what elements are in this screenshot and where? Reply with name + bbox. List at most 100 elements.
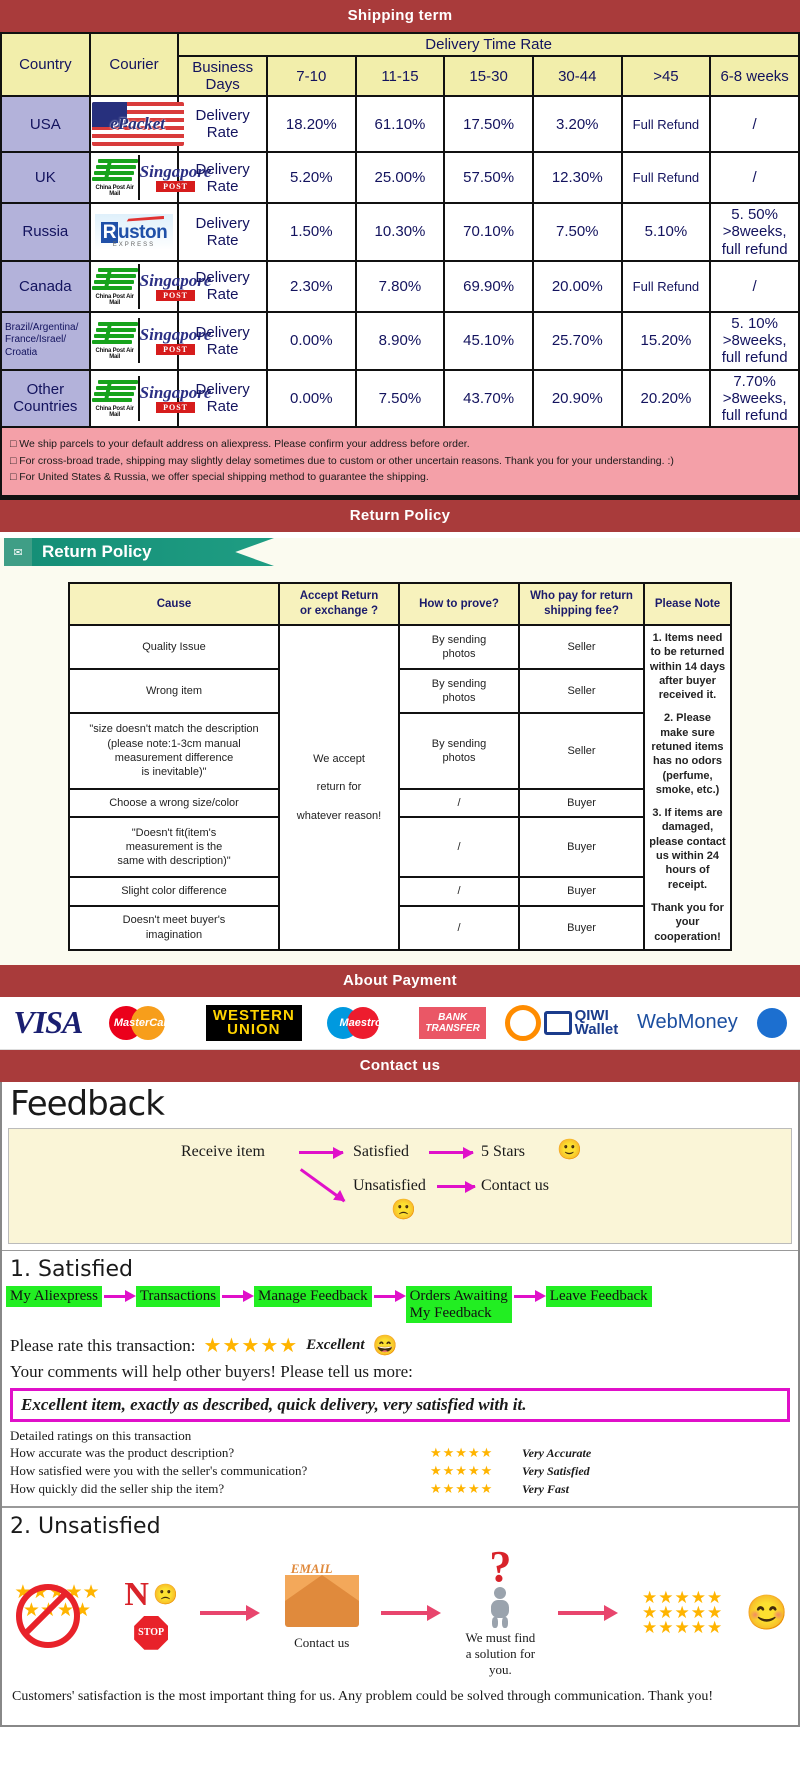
- webmoney-label: WebMoney: [636, 1011, 738, 1034]
- flow-unsatisfied: Unsatisfied: [353, 1176, 426, 1194]
- bank-transfer-top: BANK: [438, 1011, 468, 1023]
- please-note-item: 2. Please make sure retuned items has no…: [651, 712, 724, 796]
- cell-how-to-prove: By sending photos: [398, 623, 520, 671]
- flow-satisfied: Satisfied: [353, 1142, 409, 1160]
- cell-rate-value: 7.80%: [354, 259, 446, 313]
- cell-how-to-prove: /: [398, 875, 520, 907]
- maestro-logo: Maestro: [321, 1006, 401, 1039]
- table-row: Doesn't meet buyer's imagination / Buyer: [68, 904, 731, 951]
- shipping-table: Country Courier Delivery Time Rate Busin…: [0, 32, 800, 429]
- table-row: Russia Ruston EXPRESS Delivery Rate 1.50% 10.…: [0, 202, 800, 262]
- satisfied-step[interactable]: Leave Feedback: [545, 1285, 652, 1307]
- cell-rate-value: Full Refund: [620, 259, 712, 313]
- return-policy-header-row: Cause Accept Return or exchange ? How to…: [68, 582, 732, 626]
- cell-courier: China Post Air Mail Singapore POST: [88, 259, 211, 313]
- cell-rate-value: 0.00%: [265, 368, 357, 429]
- cell-rate-value: 15.20%: [620, 310, 712, 371]
- satisfied-step[interactable]: Transactions: [135, 1285, 221, 1307]
- payment-visa: VISA: [13, 1004, 83, 1042]
- return-policy-tag: ✉ Return Policy: [4, 538, 274, 567]
- header-range-30-44: 30-44: [531, 55, 623, 97]
- banner-shipping-term: Shipping term: [0, 0, 800, 32]
- cell-rate-value: 7.50%: [354, 368, 446, 429]
- cell-rate-value: 25.70%: [531, 310, 623, 371]
- cell-courier: Ruston EXPRESS: [88, 202, 180, 262]
- satisfied-steps-flow: My Aliexpress Transactions Manage Feedback…: [2, 1284, 798, 1328]
- shipping-notes: We ship parcels to your default address …: [0, 428, 800, 498]
- cell-country: Brazil/Argentina/ France/Israel/ Croatia: [0, 310, 91, 371]
- cell-rate-value: 0.00%: [265, 310, 357, 371]
- cell-rate-value: 45.10%: [443, 310, 534, 371]
- banner-return-policy: Return Policy: [0, 500, 800, 533]
- feedback-footer-text: Customers' satisfaction is the most impo…: [12, 1689, 714, 1705]
- cell-rate-value: 5. 50% >8weeks, full refund: [709, 202, 800, 262]
- cell-country: Other Countries: [0, 368, 91, 429]
- cell-rate-value: 5.20%: [265, 151, 357, 204]
- china-post-logo: China Post Air Mail: [91, 321, 138, 360]
- qiwi-bottom: Wallet: [574, 1020, 619, 1038]
- cell-rate-value: 7.70% >8weeks, full refund: [709, 368, 800, 429]
- flow-receive-item: Receive item: [181, 1142, 265, 1160]
- envelope-icon: ✉: [4, 538, 32, 567]
- unhappy-face-icon: 🙁: [152, 1584, 178, 1607]
- detail-stars[interactable]: ★★★★★: [430, 1481, 522, 1497]
- cell-cause: Wrong item: [68, 668, 280, 715]
- no-stars-icon: ★★★★★ ★★★★: [12, 1578, 102, 1648]
- cell-who-pays: Seller: [518, 668, 645, 715]
- table-row: Choose a wrong size/color / Buyer: [68, 787, 731, 819]
- detail-stars[interactable]: ★★★★★: [430, 1463, 522, 1479]
- payment-webmoney-badge: [756, 1004, 787, 1042]
- payment-webmoney: WebMoney: [637, 1004, 738, 1042]
- qiwi-logo: QIWI Wallet: [504, 1004, 619, 1041]
- person-icon: [487, 1587, 513, 1629]
- cell-cause: "size doesn't match the description (ple…: [68, 712, 280, 790]
- satisfied-step[interactable]: My Aliexpress: [6, 1285, 102, 1307]
- rating-stars[interactable]: ★★★★★: [204, 1333, 299, 1358]
- solution-group: ? We must find a solution for you.: [466, 1542, 536, 1678]
- header-range-11-15: 11-15: [354, 55, 446, 97]
- cell-who-pays: Buyer: [518, 816, 645, 878]
- table-row: Quality Issue We accept return for whatev…: [68, 623, 732, 951]
- header-please-note: Please Note: [643, 582, 732, 626]
- cell-how-to-prove: /: [398, 816, 520, 878]
- maestro-label: Maestro: [339, 1016, 382, 1029]
- detail-rating-row: How quickly did the seller ship the item…: [2, 1480, 798, 1498]
- shipping-header-row-1: Country Courier Delivery Time Rate: [0, 32, 800, 97]
- rating-word: Excellent: [306, 1337, 365, 1354]
- china-post-logo: China Post Air Mail: [91, 379, 138, 418]
- cell-rate-value: Full Refund: [620, 151, 712, 204]
- cell-rate-value: /: [709, 259, 800, 313]
- cell-rate-value: 17.50%: [443, 95, 534, 153]
- shipping-table-section: Country Courier Delivery Time Rate Busin…: [0, 32, 800, 501]
- table-row: Other Countries China Post Air Mail Singap…: [0, 368, 800, 429]
- cell-rate-value: 5.10%: [620, 202, 712, 262]
- header-range-7-10: 7-10: [265, 55, 357, 97]
- comment-textarea[interactable]: Excellent item, exactly as described, qu…: [10, 1388, 790, 1423]
- comments-label: Your comments will help other buyers! Pl…: [10, 1362, 413, 1382]
- mastercard-logo: MasterCard: [101, 1005, 187, 1040]
- sad-face-icon: 🙁: [391, 1198, 416, 1221]
- flow-arrow-3: [301, 1169, 345, 1201]
- return-policy-table: Cause Accept Return or exchange ? How to…: [68, 582, 732, 951]
- prohibition-icon: [16, 1583, 80, 1648]
- detail-question: How accurate was the product description…: [10, 1445, 235, 1461]
- table-row: Canada China Post Air Mail Singapore POST De…: [0, 259, 800, 313]
- detail-value: Very Fast: [522, 1481, 570, 1496]
- contact-us-caption: Contact us: [294, 1634, 350, 1650]
- detail-stars[interactable]: ★★★★★: [430, 1445, 522, 1461]
- header-range-over-45: >45: [620, 55, 712, 97]
- question-mark-icon: ?: [489, 1542, 512, 1592]
- unsatisfied-flow: ★★★★★ ★★★★ N 🙁 STOP EMAIL Contact us ? W…: [2, 1541, 798, 1678]
- no-stars-group: ★★★★★ ★★★★: [12, 1578, 102, 1648]
- cell-rate-value: 2.30%: [265, 259, 357, 313]
- cell-how-to-prove: By sending photos: [398, 668, 520, 715]
- final-smiley-group: 😊: [746, 1593, 788, 1633]
- satisfied-step[interactable]: Orders Awaiting My Feedback: [405, 1285, 512, 1324]
- cell-rate-value: 3.20%: [531, 95, 623, 153]
- satisfied-step[interactable]: Manage Feedback: [254, 1285, 372, 1307]
- payment-bank-transfer: BANK TRANSFER: [419, 1004, 486, 1042]
- header-country: Country: [0, 32, 91, 97]
- flow-five-stars: 5 Stars: [481, 1142, 525, 1160]
- cell-accept-return: We accept return for whatever reason!: [278, 623, 400, 951]
- ruston-express-logo: Ruston EXPRESS: [94, 213, 174, 250]
